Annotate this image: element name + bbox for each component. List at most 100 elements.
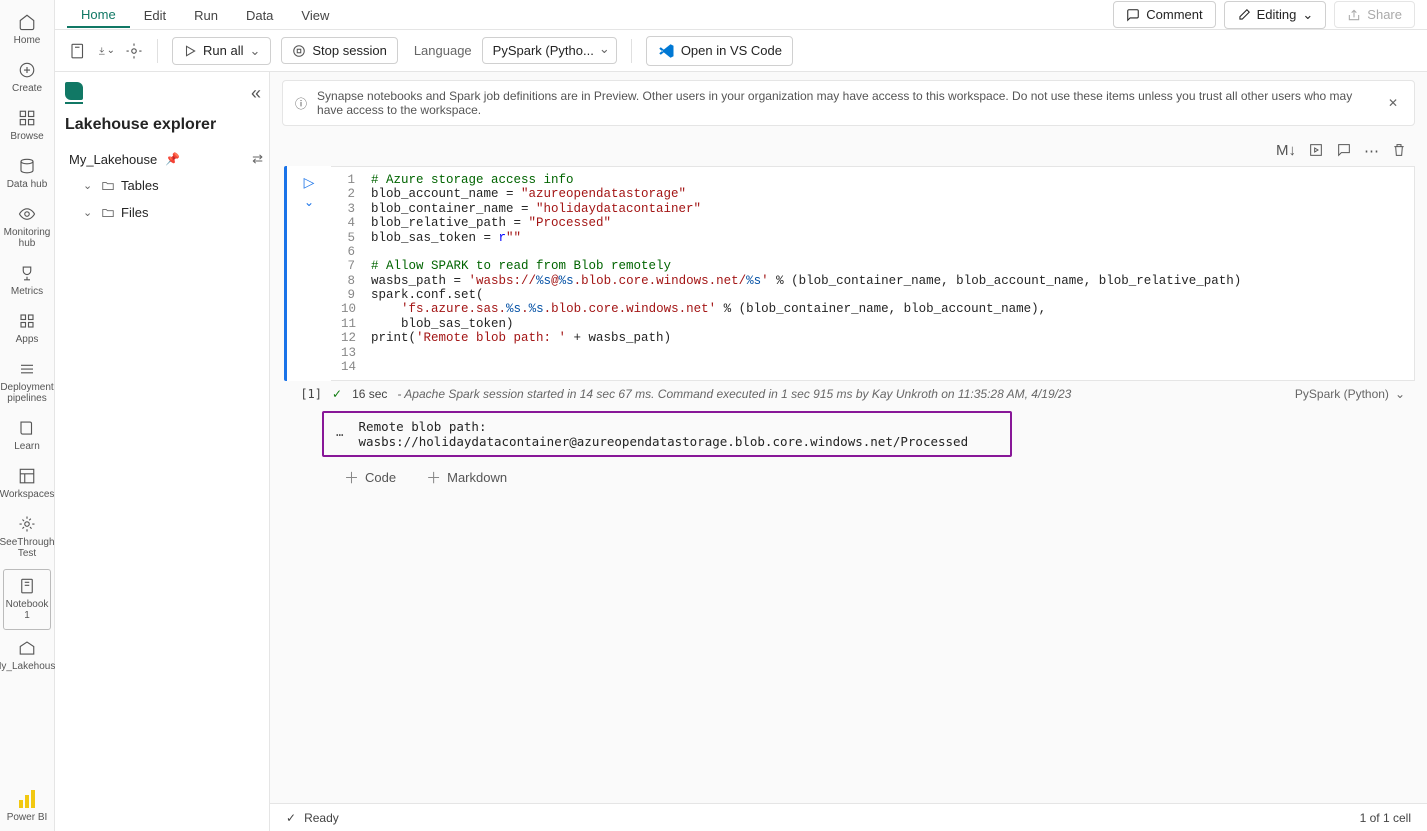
chevron-down-icon: ⌄: [249, 43, 260, 59]
code-content[interactable]: wasbs_path = 'wasbs://%s@%s.blob.core.wi…: [371, 274, 1404, 288]
code-editor[interactable]: 1# Azure storage access info2blob_accoun…: [341, 173, 1404, 374]
tree-files[interactable]: ⌄ Files: [65, 199, 267, 226]
nav-browse[interactable]: Browse: [0, 102, 54, 150]
run-cell-button[interactable]: ▷: [304, 174, 315, 191]
check-icon: ✓: [332, 387, 342, 401]
code-content[interactable]: [371, 346, 1404, 360]
comment-button[interactable]: Comment: [1113, 1, 1215, 28]
nav-seethrough[interactable]: SeeThrough Test: [0, 508, 54, 567]
delete-cell-icon[interactable]: [1391, 142, 1407, 160]
exec-index: [1]: [284, 387, 322, 401]
status-ready: Ready: [304, 811, 339, 825]
code-content[interactable]: blob_sas_token = r"": [371, 231, 1404, 245]
more-icon[interactable]: ⋯: [1364, 142, 1379, 160]
settings-icon[interactable]: [125, 42, 143, 60]
tree-tables[interactable]: ⌄ Tables: [65, 172, 267, 199]
code-content[interactable]: spark.conf.set(: [371, 288, 1404, 302]
code-content[interactable]: blob_sas_token): [371, 317, 1404, 331]
code-content[interactable]: print('Remote blob path: ' + wasbs_path): [371, 331, 1404, 345]
code-content[interactable]: blob_account_name = "azureopendatastorag…: [371, 187, 1404, 201]
add-code-button[interactable]: ＋ Code: [344, 467, 396, 488]
code-line[interactable]: 13: [341, 346, 1404, 360]
code-content[interactable]: # Allow SPARK to read from Blob remotely: [371, 259, 1404, 273]
close-info-button[interactable]: ✕: [1384, 96, 1402, 110]
code-line[interactable]: 12print('Remote blob path: ' + wasbs_pat…: [341, 331, 1404, 345]
code-content[interactable]: blob_container_name = "holidaydatacontai…: [371, 202, 1404, 216]
save-icon[interactable]: [69, 42, 87, 60]
output-menu-icon[interactable]: ⋯: [336, 427, 345, 442]
run-all-button[interactable]: Run all ⌄: [172, 37, 271, 65]
notebook-icon: [17, 576, 37, 596]
refresh-icon[interactable]: ⇄: [252, 151, 263, 167]
code-line[interactable]: 2blob_account_name = "azureopendatastora…: [341, 187, 1404, 201]
chevron-down-icon: ⌄: [1302, 7, 1313, 23]
nav-metrics[interactable]: Metrics: [0, 257, 54, 305]
tab-data[interactable]: Data: [232, 2, 287, 27]
exec-status: [1] ✓ 16 sec - Apache Spark session star…: [284, 381, 1415, 407]
nav-create-label: Create: [12, 83, 42, 94]
nav-create[interactable]: Create: [0, 54, 54, 102]
exec-lang-select[interactable]: PySpark (Python) ⌄: [1295, 387, 1405, 401]
nav-workspaces[interactable]: Workspaces: [0, 460, 54, 508]
nav-pipelines-label: Deployment pipelines: [0, 382, 53, 404]
share-label: Share: [1367, 7, 1402, 22]
tab-home[interactable]: Home: [67, 1, 130, 28]
code-line[interactable]: 4blob_relative_path = "Processed": [341, 216, 1404, 230]
tab-edit[interactable]: Edit: [130, 2, 180, 27]
code-line[interactable]: 11 blob_sas_token): [341, 317, 1404, 331]
code-line[interactable]: 9spark.conf.set(: [341, 288, 1404, 302]
code-line[interactable]: 3blob_container_name = "holidaydataconta…: [341, 202, 1404, 216]
cell-menu-chevron[interactable]: ⌄: [304, 195, 314, 209]
nav-seethrough-label: SeeThrough Test: [0, 537, 55, 559]
nav-learn[interactable]: Learn: [0, 412, 54, 460]
nav-lakehouse[interactable]: My_Lakehouse: [0, 632, 54, 680]
line-number: 2: [341, 187, 371, 201]
code-line[interactable]: 6: [341, 245, 1404, 259]
line-number: 5: [341, 231, 371, 245]
apps-icon: [17, 311, 37, 331]
editing-button[interactable]: Editing ⌄: [1224, 1, 1327, 29]
nav-notebook[interactable]: Notebook 1: [3, 569, 51, 630]
code-line[interactable]: 5blob_sas_token = r"": [341, 231, 1404, 245]
info-bar: ⓘ Synapse notebooks and Spark job defini…: [282, 80, 1415, 126]
explorer-panel: « Lakehouse explorer My_Lakehouse 📌 ⇄ ⌄ …: [55, 72, 270, 831]
line-number: 14: [341, 360, 371, 374]
code-content[interactable]: 'fs.azure.sas.%s.%s.blob.core.windows.ne…: [371, 302, 1404, 316]
grid-icon: [17, 108, 37, 128]
lakehouse-item[interactable]: My_Lakehouse 📌 ⇄: [65, 146, 267, 172]
code-line[interactable]: 7# Allow SPARK to read from Blob remotel…: [341, 259, 1404, 273]
code-content[interactable]: [371, 360, 1404, 374]
comment-cell-icon[interactable]: [1336, 142, 1352, 160]
code-line[interactable]: 1# Azure storage access info: [341, 173, 1404, 187]
nav-pipelines[interactable]: Deployment pipelines: [0, 353, 54, 412]
nav-home[interactable]: Home: [0, 6, 54, 54]
tab-view[interactable]: View: [287, 2, 343, 27]
markdown-toggle-button[interactable]: M↓: [1276, 142, 1296, 160]
share-button[interactable]: Share: [1334, 1, 1415, 28]
code-content[interactable]: blob_relative_path = "Processed": [371, 216, 1404, 230]
code-content[interactable]: # Azure storage access info: [371, 173, 1404, 187]
code-line[interactable]: 14: [341, 360, 1404, 374]
code-content[interactable]: [371, 245, 1404, 259]
nav-monitoring[interactable]: Monitoring hub: [0, 198, 54, 257]
download-icon[interactable]: ⌄: [97, 42, 115, 60]
add-markdown-button[interactable]: ＋ Markdown: [426, 467, 507, 488]
status-cells: 1 of 1 cell: [1360, 811, 1411, 825]
pin-icon[interactable]: 📌: [165, 152, 180, 166]
run-all-label: Run all: [203, 43, 243, 58]
open-vscode-button[interactable]: Open in VS Code: [646, 36, 793, 66]
language-select[interactable]: PySpark (Pytho...: [482, 37, 617, 64]
stop-session-button[interactable]: Stop session: [281, 37, 397, 64]
lakehouse-icon: [17, 638, 37, 658]
folder-icon: [101, 179, 115, 193]
line-number: 3: [341, 202, 371, 216]
collapse-explorer-button[interactable]: «: [251, 83, 261, 104]
line-number: 7: [341, 259, 371, 273]
code-line[interactable]: 8wasbs_path = 'wasbs://%s@%s.blob.core.w…: [341, 274, 1404, 288]
run-below-icon[interactable]: [1308, 142, 1324, 160]
code-line[interactable]: 10 'fs.azure.sas.%s.%s.blob.core.windows…: [341, 302, 1404, 316]
tab-run[interactable]: Run: [180, 2, 232, 27]
nav-powerbi[interactable]: Power BI: [0, 783, 54, 831]
nav-datahub[interactable]: Data hub: [0, 150, 54, 198]
nav-apps[interactable]: Apps: [0, 305, 54, 353]
